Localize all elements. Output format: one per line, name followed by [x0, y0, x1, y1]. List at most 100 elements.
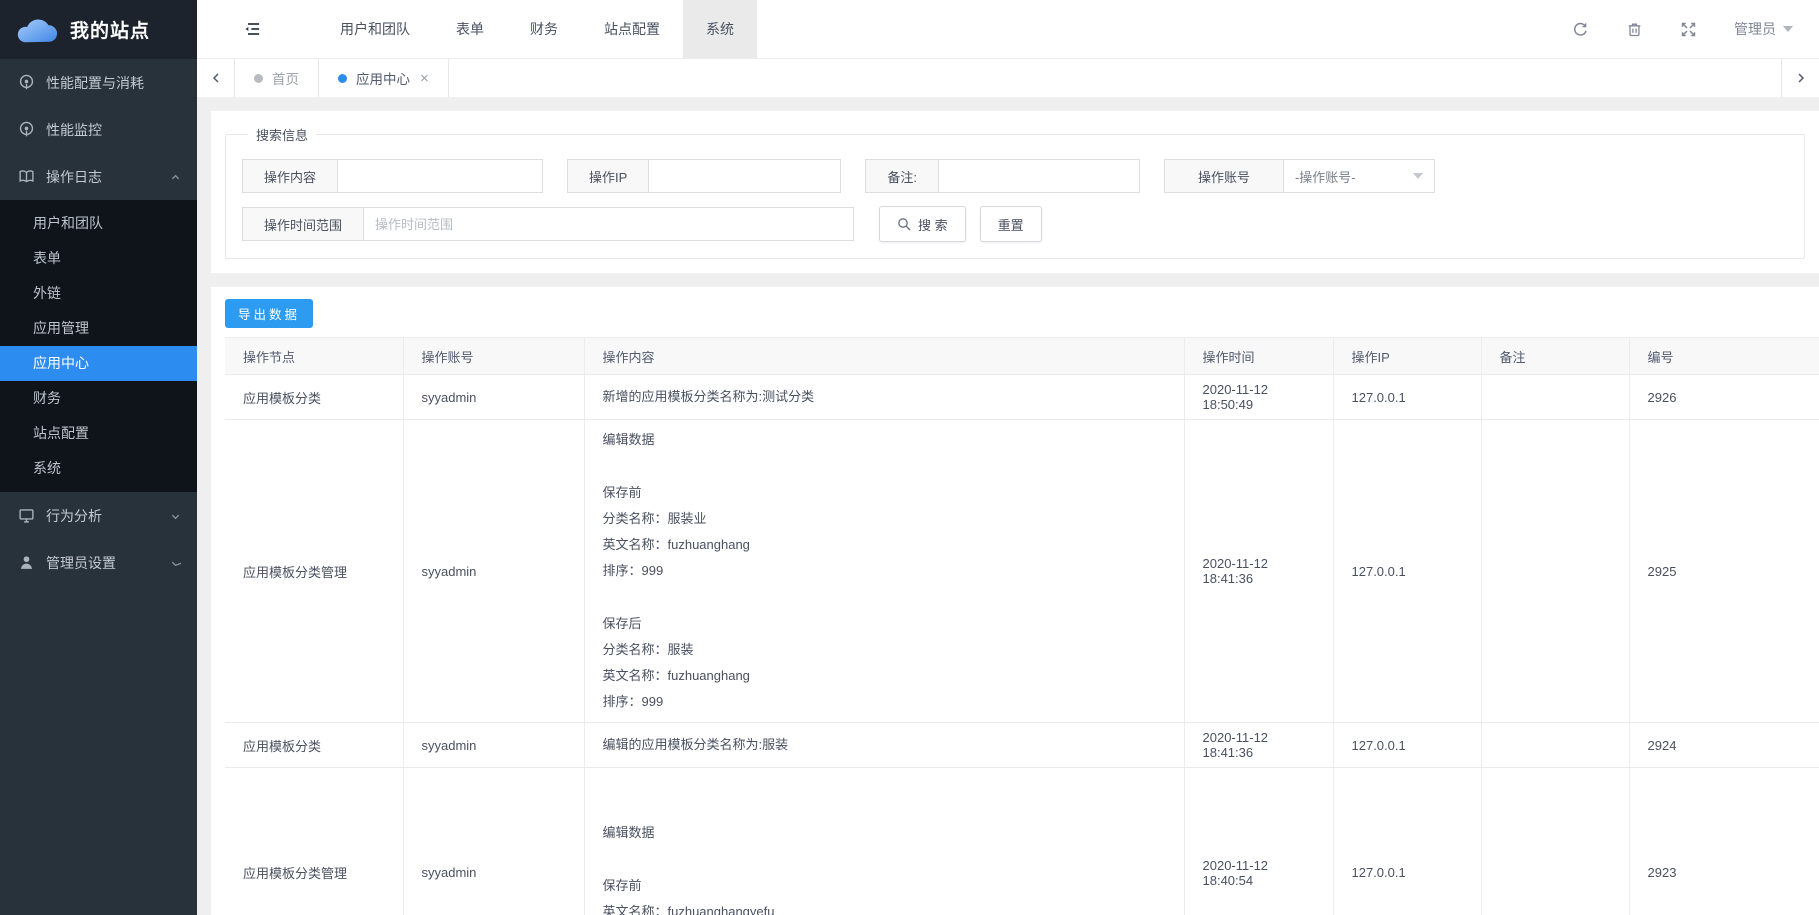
content-line: 分类名称：服装 [603, 637, 1166, 663]
sidebar-collapse-icon[interactable] [233, 20, 273, 38]
nav-tools: 管理员 [1572, 19, 1793, 39]
content-field-group: 操作内容 [242, 159, 543, 193]
reset-button[interactable]: 重置 [980, 206, 1042, 242]
sidebar-item-label: 性能配置与消耗 [46, 73, 181, 93]
search-button-label: 搜 索 [918, 215, 948, 234]
content-line: 编辑数据 [603, 820, 1166, 846]
table-row: 应用模板分类管理syyadmin编辑数据保存前分类名称：服装业英文名称：fuzh… [225, 420, 1819, 723]
cell-ip: 127.0.0.1 [1333, 768, 1481, 915]
topnav-item-财务[interactable]: 财务 [507, 0, 581, 58]
submenu-item-外链[interactable]: 外链 [0, 276, 197, 311]
sidebar: 我的站点 性能配置与消耗 性能监控 操作日志 用户和团队表单外链应用管理应用中心… [0, 0, 197, 915]
content-line: 保存前 [603, 873, 1166, 899]
submenu-item-站点配置[interactable]: 站点配置 [0, 416, 197, 451]
cell-account: syyadmin [403, 768, 584, 915]
account-field-label: 操作账号 [1164, 159, 1284, 193]
cell-id: 2923 [1629, 768, 1819, 915]
sidebar-item-behavior-analysis[interactable]: 行为分析 [0, 492, 197, 539]
sidebar-item-performance-config[interactable]: 性能配置与消耗 [0, 59, 197, 106]
note-input[interactable] [939, 159, 1140, 193]
sidebar-item-label: 性能监控 [46, 120, 181, 140]
submenu-item-应用管理[interactable]: 应用管理 [0, 311, 197, 346]
user-menu[interactable]: 管理员 [1734, 19, 1793, 39]
operation-log-table: 操作节点操作账号操作内容操作时间操作IP备注编号 应用模板分类syyadmin新… [225, 337, 1819, 915]
search-button[interactable]: 搜 索 [879, 206, 966, 242]
tab-label: 首页 [272, 68, 299, 88]
cell-time: 2020-11-12 18:40:54 [1184, 768, 1333, 915]
topnav-item-系统[interactable]: 系统 [683, 0, 757, 58]
chevron-down-icon [1413, 173, 1423, 179]
cell-node: 应用模板分类管理 [225, 420, 403, 723]
book-icon [18, 168, 35, 185]
trash-icon[interactable] [1626, 21, 1643, 38]
topnav-item-用户和团队[interactable]: 用户和团队 [317, 0, 433, 58]
cell-node: 应用模板分类 [225, 375, 403, 420]
cell-account: syyadmin [403, 375, 584, 420]
content-input[interactable] [338, 159, 543, 193]
content-area: 搜索信息 操作内容 操作IP 备注: 操作账号 [197, 97, 1819, 915]
content-line: 保存前 [603, 480, 1166, 506]
tabs-scroll-right-icon[interactable] [1781, 59, 1819, 97]
podcast-icon [18, 74, 35, 91]
cell-node: 应用模板分类 [225, 723, 403, 768]
cell-content: 编辑数据保存前分类名称：服装业英文名称：fuzhuanghang排序：999保存… [584, 420, 1184, 723]
table-row: 应用模板分类syyadmin编辑的应用模板分类名称为:服装2020-11-12 … [225, 723, 1819, 768]
content-line: 保存后 [603, 611, 1166, 637]
cell-account: syyadmin [403, 420, 584, 723]
user-name: 管理员 [1734, 19, 1776, 39]
content-line: 排序：999 [603, 558, 1166, 584]
sidebar-item-label: 行为分析 [46, 506, 170, 526]
time-range-input[interactable] [364, 207, 854, 241]
submenu-item-表单[interactable]: 表单 [0, 241, 197, 276]
chevron-down-icon [170, 557, 181, 568]
content-line: 英文名称：fuzhuanghangyefu [603, 899, 1166, 915]
refresh-icon[interactable] [1572, 21, 1589, 38]
content-line [603, 453, 1166, 480]
tab-应用中心[interactable]: 应用中心 × [319, 59, 449, 97]
content-line [603, 584, 1166, 611]
sidebar-item-operation-log[interactable]: 操作日志 [0, 153, 197, 200]
topnav-item-站点配置[interactable]: 站点配置 [581, 0, 683, 58]
chevron-down-icon [1783, 26, 1793, 32]
cell-note [1481, 723, 1629, 768]
submenu-item-系统[interactable]: 系统 [0, 451, 197, 486]
cell-ip: 127.0.0.1 [1333, 420, 1481, 723]
cell-time: 2020-11-12 18:41:36 [1184, 723, 1333, 768]
logo: 我的站点 [0, 0, 197, 59]
ip-input[interactable] [649, 159, 841, 193]
column-header-编号: 编号 [1629, 338, 1819, 375]
content-line: 分类名称：服装业 [603, 506, 1166, 532]
cell-note [1481, 375, 1629, 420]
tab-close-icon[interactable]: × [420, 71, 429, 86]
column-header-操作节点: 操作节点 [225, 338, 403, 375]
tabs-scroll-left-icon[interactable] [197, 59, 235, 97]
cell-content: 编辑的应用模板分类名称为:服装 [584, 723, 1184, 768]
fullscreen-icon[interactable] [1680, 21, 1697, 38]
sidebar-item-performance-monitor[interactable]: 性能监控 [0, 106, 197, 153]
submenu-item-应用中心[interactable]: 应用中心 [0, 346, 197, 381]
content-line [603, 846, 1166, 873]
cell-id: 2924 [1629, 723, 1819, 768]
submenu-item-用户和团队[interactable]: 用户和团队 [0, 206, 197, 241]
cell-id: 2926 [1629, 375, 1819, 420]
cell-account: syyadmin [403, 723, 584, 768]
search-legend: 搜索信息 [248, 125, 316, 144]
content-line: 排序：999 [603, 689, 1166, 715]
cell-id: 2925 [1629, 420, 1819, 723]
topnav-item-表单[interactable]: 表单 [433, 0, 507, 58]
tab-status-dot [254, 74, 263, 83]
tab-首页[interactable]: 首页 [235, 59, 319, 97]
cell-content: 编辑数据保存前英文名称：fuzhuanghangyefu [584, 768, 1184, 915]
table-row: 应用模板分类管理syyadmin编辑数据保存前英文名称：fuzhuanghang… [225, 768, 1819, 915]
submenu-item-财务[interactable]: 财务 [0, 381, 197, 416]
sidebar-item-admin-settings[interactable]: 管理员设置 [0, 539, 197, 586]
search-panel: 搜索信息 操作内容 操作IP 备注: 操作账号 [211, 111, 1819, 273]
search-icon [897, 217, 911, 231]
account-select[interactable]: -操作账号- [1284, 159, 1435, 193]
tab-status-dot [338, 74, 347, 83]
topnav-items: 用户和团队表单财务站点配置系统 [317, 0, 757, 58]
cell-ip: 127.0.0.1 [1333, 375, 1481, 420]
tab-label: 应用中心 [356, 68, 410, 88]
cell-node: 应用模板分类管理 [225, 768, 403, 915]
export-data-button[interactable]: 导出数据 [225, 299, 313, 328]
